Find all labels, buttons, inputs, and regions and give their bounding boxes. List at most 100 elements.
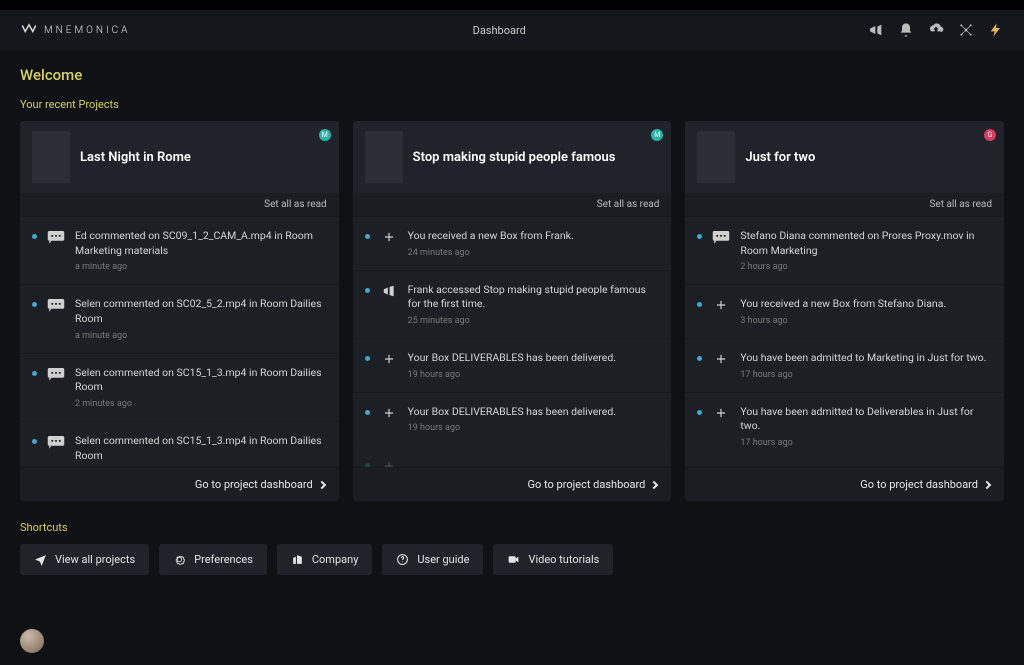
goto-dashboard-button[interactable]: Go to project dashboard xyxy=(353,467,672,501)
unread-dot xyxy=(32,439,37,444)
activity-item[interactable]: You have been admitted to Deliverables i… xyxy=(685,392,1004,460)
activity-body: You received a new Box from Frank. 24 mi… xyxy=(408,229,660,258)
activity-body: Your Box DELIVERABLES has been delivered… xyxy=(408,351,660,380)
activity-item[interactable]: You have been admitted to Marketing in J… xyxy=(685,338,1004,392)
comment-icon xyxy=(47,434,65,452)
project-thumbnail xyxy=(365,131,403,183)
activity-item[interactable]: You received a new Box from Frank. 24 mi… xyxy=(353,216,672,270)
activity-body: Ed commented on SC09_1_2_CAM_A.mp4 in Ro… xyxy=(75,229,327,272)
activity-time: 24 minutes ago xyxy=(408,248,660,258)
activity-time: 19 hours ago xyxy=(408,423,660,433)
welcome-heading: Welcome xyxy=(20,66,1004,84)
activity-list: Ed commented on SC09_1_2_CAM_A.mp4 in Ro… xyxy=(20,216,339,467)
network-icon[interactable] xyxy=(958,22,974,38)
project-card: Stop making stupid people famous M Set a… xyxy=(353,121,672,501)
activity-item-overflow xyxy=(685,460,1004,467)
goto-dashboard-button[interactable]: Go to project dashboard xyxy=(20,467,339,501)
activity-list: You received a new Box from Frank. 24 mi… xyxy=(353,216,672,467)
comment-icon xyxy=(712,229,730,247)
activity-item[interactable]: Selen commented on SC15_1_3.mp4 in Room … xyxy=(20,421,339,467)
recent-projects-label: Your recent Projects xyxy=(20,98,1004,111)
bell-icon[interactable] xyxy=(898,22,914,38)
comment-icon xyxy=(47,297,65,315)
goto-dashboard-label: Go to project dashboard xyxy=(195,478,313,491)
plus-icon xyxy=(712,405,730,423)
project-badge: M xyxy=(319,129,331,141)
activity-item[interactable]: Selen commented on SC02_5_2.mp4 in Room … xyxy=(20,284,339,352)
header-title: Dashboard xyxy=(473,24,526,37)
activity-time: 3 hours ago xyxy=(740,316,992,326)
activity-body: Stefano Diana commented on Prores Proxy.… xyxy=(740,229,992,272)
shortcut-button[interactable]: Preferences xyxy=(159,544,267,575)
activity-text: Your Box DELIVERABLES has been delivered… xyxy=(408,405,660,420)
activity-item[interactable]: Frank accessed Stop making stupid people… xyxy=(353,270,672,338)
comment-icon xyxy=(47,229,65,247)
user-avatar[interactable] xyxy=(20,629,44,653)
shortcut-label: User guide xyxy=(417,553,469,566)
plus-icon xyxy=(380,229,398,247)
company-icon xyxy=(291,553,304,566)
unread-dot xyxy=(32,302,37,307)
activity-text: Selen commented on SC15_1_3.mp4 in Room … xyxy=(75,366,327,395)
brand-mark-icon xyxy=(20,21,38,39)
app-header: MNEMONICA Dashboard xyxy=(0,10,1024,50)
unread-dot xyxy=(32,234,37,239)
project-card: Last Night in Rome M Set all as read Ed … xyxy=(20,121,339,501)
activity-time: 2 minutes ago xyxy=(75,399,327,409)
activity-text: Frank accessed Stop making stupid people… xyxy=(408,283,660,312)
unread-dot xyxy=(697,302,702,307)
goto-dashboard-button[interactable]: Go to project dashboard xyxy=(685,467,1004,501)
activity-time: 19 hours ago xyxy=(408,370,660,380)
unread-dot xyxy=(697,356,702,361)
activity-body: You received a new Box from Stefano Dian… xyxy=(740,297,992,326)
shortcut-button[interactable]: Company xyxy=(277,544,373,575)
help-icon xyxy=(396,553,409,566)
goto-dashboard-label: Go to project dashboard xyxy=(860,478,978,491)
activity-time: a minute ago xyxy=(75,262,327,272)
activity-item[interactable]: Selen commented on SC15_1_3.mp4 in Room … xyxy=(20,353,339,421)
chevron-right-icon xyxy=(983,480,991,488)
bolt-icon[interactable] xyxy=(988,22,1004,38)
shortcuts-row: View all projects Preferences Company Us… xyxy=(20,544,1004,575)
activity-item[interactable]: Your Box DELIVERABLES has been delivered… xyxy=(353,392,672,446)
gear-icon xyxy=(173,553,186,566)
project-card-header[interactable]: Stop making stupid people famous M xyxy=(353,121,672,193)
set-all-read-button[interactable]: Set all as read xyxy=(353,193,672,216)
plus-icon xyxy=(380,351,398,369)
unread-dot xyxy=(365,288,370,293)
project-title: Last Night in Rome xyxy=(80,150,191,165)
project-card-header[interactable]: Last Night in Rome M xyxy=(20,121,339,193)
activity-body: Frank accessed Stop making stupid people… xyxy=(408,283,660,326)
activity-item[interactable]: Stefano Diana commented on Prores Proxy.… xyxy=(685,216,1004,284)
project-title: Stop making stupid people famous xyxy=(413,150,616,165)
activity-item-overflow xyxy=(353,445,672,467)
page-body: Welcome Your recent Projects Last Night … xyxy=(0,50,1024,591)
announce-icon[interactable] xyxy=(868,22,884,38)
activity-time: 25 minutes ago xyxy=(408,316,660,326)
activity-body: Selen commented on SC15_1_3.mp4 in Room … xyxy=(75,434,327,467)
brand-name: MNEMONICA xyxy=(44,25,130,36)
unread-dot xyxy=(32,371,37,376)
shortcut-label: View all projects xyxy=(55,553,135,566)
activity-item[interactable]: You received a new Box from Stefano Dian… xyxy=(685,284,1004,338)
shortcut-button[interactable]: View all projects xyxy=(20,544,149,575)
project-card: Just for two G Set all as read Stefano D… xyxy=(685,121,1004,501)
project-card-header[interactable]: Just for two G xyxy=(685,121,1004,193)
activity-body: Selen commented on SC02_5_2.mp4 in Room … xyxy=(75,297,327,340)
brand-logo[interactable]: MNEMONICA xyxy=(20,21,130,39)
shortcut-button[interactable]: Video tutorials xyxy=(493,544,613,575)
cloud-upload-icon[interactable] xyxy=(928,22,944,38)
activity-body: Selen commented on SC15_1_3.mp4 in Room … xyxy=(75,366,327,409)
activity-text: You have been admitted to Marketing in J… xyxy=(740,351,992,366)
project-cards-row: Last Night in Rome M Set all as read Ed … xyxy=(20,121,1004,501)
shortcut-button[interactable]: User guide xyxy=(382,544,483,575)
plus-icon xyxy=(380,405,398,423)
unread-dot xyxy=(365,234,370,239)
activity-item[interactable]: Ed commented on SC09_1_2_CAM_A.mp4 in Ro… xyxy=(20,216,339,284)
megaphone-icon xyxy=(380,283,398,301)
activity-item[interactable]: Your Box DELIVERABLES has been delivered… xyxy=(353,338,672,392)
activity-body: You have been admitted to Marketing in J… xyxy=(740,351,992,380)
set-all-read-button[interactable]: Set all as read xyxy=(685,193,1004,216)
set-all-read-button[interactable]: Set all as read xyxy=(20,193,339,216)
activity-text: You have been admitted to Deliverables i… xyxy=(740,405,992,434)
